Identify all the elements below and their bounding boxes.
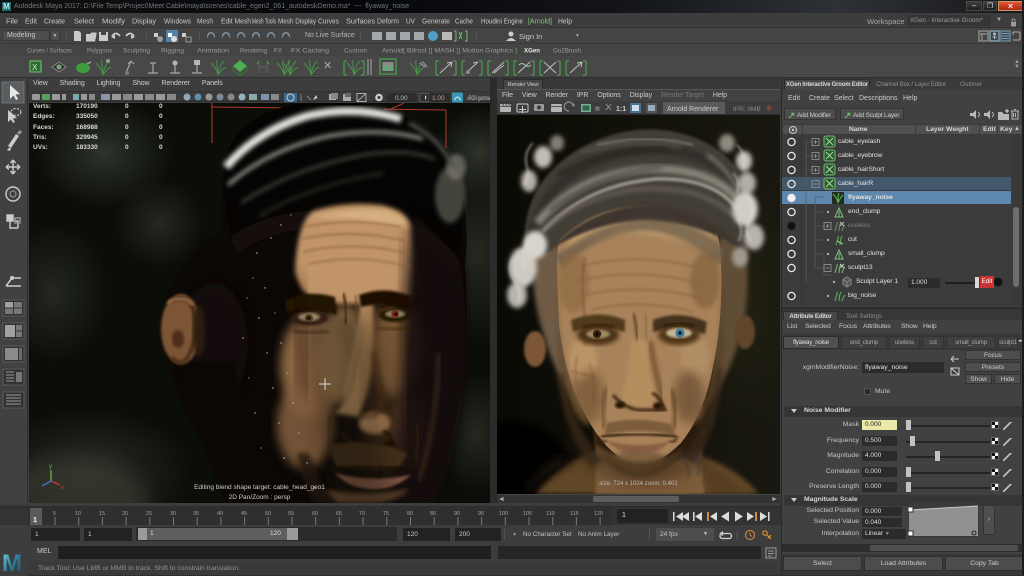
svg-text:Sculpting: Sculpting — [123, 48, 150, 55]
svg-text:Mesh Tools: Mesh Tools — [252, 17, 276, 26]
svg-text:Arnold Renderer: Arnold Renderer — [667, 106, 719, 113]
svg-text:Custom: Custom — [344, 48, 367, 55]
svg-text:1: 1 — [33, 517, 37, 524]
svg-text:FX Caching: FX Caching — [291, 48, 329, 55]
svg-text:0.00: 0.00 — [395, 95, 408, 102]
svg-text:Polygons: Polygons — [87, 48, 113, 55]
svg-text:▧: ▧ — [595, 106, 600, 112]
svg-text:75: 75 — [383, 511, 389, 517]
svg-text:95: 95 — [478, 511, 484, 517]
svg-text:Windows: Windows — [164, 17, 191, 26]
svg-text:XGen: XGen — [524, 48, 540, 55]
svg-text:70: 70 — [359, 511, 365, 517]
svg-text:Cache: Cache — [455, 17, 473, 26]
svg-text:Rendering: Rendering — [240, 48, 267, 55]
svg-text:50: 50 — [265, 511, 271, 517]
svg-text:Create: Create — [44, 17, 65, 26]
svg-text:90: 90 — [454, 511, 460, 517]
svg-text:UV: UV — [406, 17, 415, 26]
svg-text:40: 40 — [217, 511, 223, 517]
svg-text:FX: FX — [274, 48, 282, 55]
svg-text:105: 105 — [523, 511, 532, 517]
svg-text:10: 10 — [75, 511, 81, 517]
svg-text:110: 110 — [546, 511, 555, 517]
svg-text:y: y — [49, 464, 52, 470]
svg-text:Go2Brush: Go2Brush — [553, 48, 581, 55]
svg-text:5: 5 — [53, 511, 56, 517]
svg-text:Generate: Generate — [422, 17, 450, 26]
svg-text:1.00: 1.00 — [432, 95, 445, 102]
svg-text:1:1: 1:1 — [616, 106, 626, 113]
svg-text:File: File — [6, 17, 18, 26]
svg-text:IPR: 0MB: IPR: 0MB — [733, 106, 761, 113]
svg-text:Mesh: Mesh — [197, 17, 213, 26]
svg-text:85: 85 — [430, 511, 436, 517]
svg-text:Select: Select — [74, 17, 94, 26]
svg-text:Curves / Surfaces: Curves / Surfaces — [27, 48, 72, 55]
svg-text:Deform: Deform — [377, 17, 399, 26]
svg-text:Animation: Animation — [197, 48, 229, 55]
svg-text:M: M — [2, 550, 22, 576]
svg-text:Rigging: Rigging — [161, 48, 184, 55]
svg-text:Surfaces: Surfaces — [346, 17, 375, 26]
svg-text:20: 20 — [122, 511, 128, 517]
svg-text:Edit: Edit — [25, 17, 37, 26]
svg-text:55: 55 — [288, 511, 294, 517]
svg-text:Houdini Engine: Houdini Engine — [481, 17, 523, 26]
svg-text:65: 65 — [336, 511, 342, 517]
svg-text:[Arnold]: [Arnold] — [528, 17, 552, 26]
svg-text:Modify: Modify — [102, 17, 125, 26]
svg-text:30: 30 — [170, 511, 176, 517]
svg-text:Display: Display — [132, 17, 156, 26]
svg-text:100: 100 — [499, 511, 508, 517]
svg-text:sRGB gamma: sRGB gamma — [467, 95, 490, 102]
svg-text:25: 25 — [146, 511, 152, 517]
svg-text:Curves: Curves — [318, 17, 339, 26]
svg-text:Arnold: Arnold — [382, 48, 403, 55]
svg-text:✕: ✕ — [323, 60, 332, 72]
svg-text:15: 15 — [99, 511, 105, 517]
svg-text:60: 60 — [312, 511, 318, 517]
svg-text:X: X — [32, 63, 38, 72]
svg-text:115: 115 — [570, 511, 579, 517]
svg-text:Mesh Display: Mesh Display — [278, 17, 316, 26]
svg-text:Edit Mesh: Edit Mesh — [221, 17, 251, 26]
svg-text:45: 45 — [241, 511, 247, 517]
svg-text:Help: Help — [558, 17, 572, 26]
svg-text:80: 80 — [407, 511, 413, 517]
svg-text:[ Bifrost ][ MASH ][ Motion Gr: [ Bifrost ][ MASH ][ Motion Graphics ] — [403, 48, 517, 55]
svg-text:120: 120 — [594, 511, 603, 517]
svg-text:35: 35 — [193, 511, 199, 517]
